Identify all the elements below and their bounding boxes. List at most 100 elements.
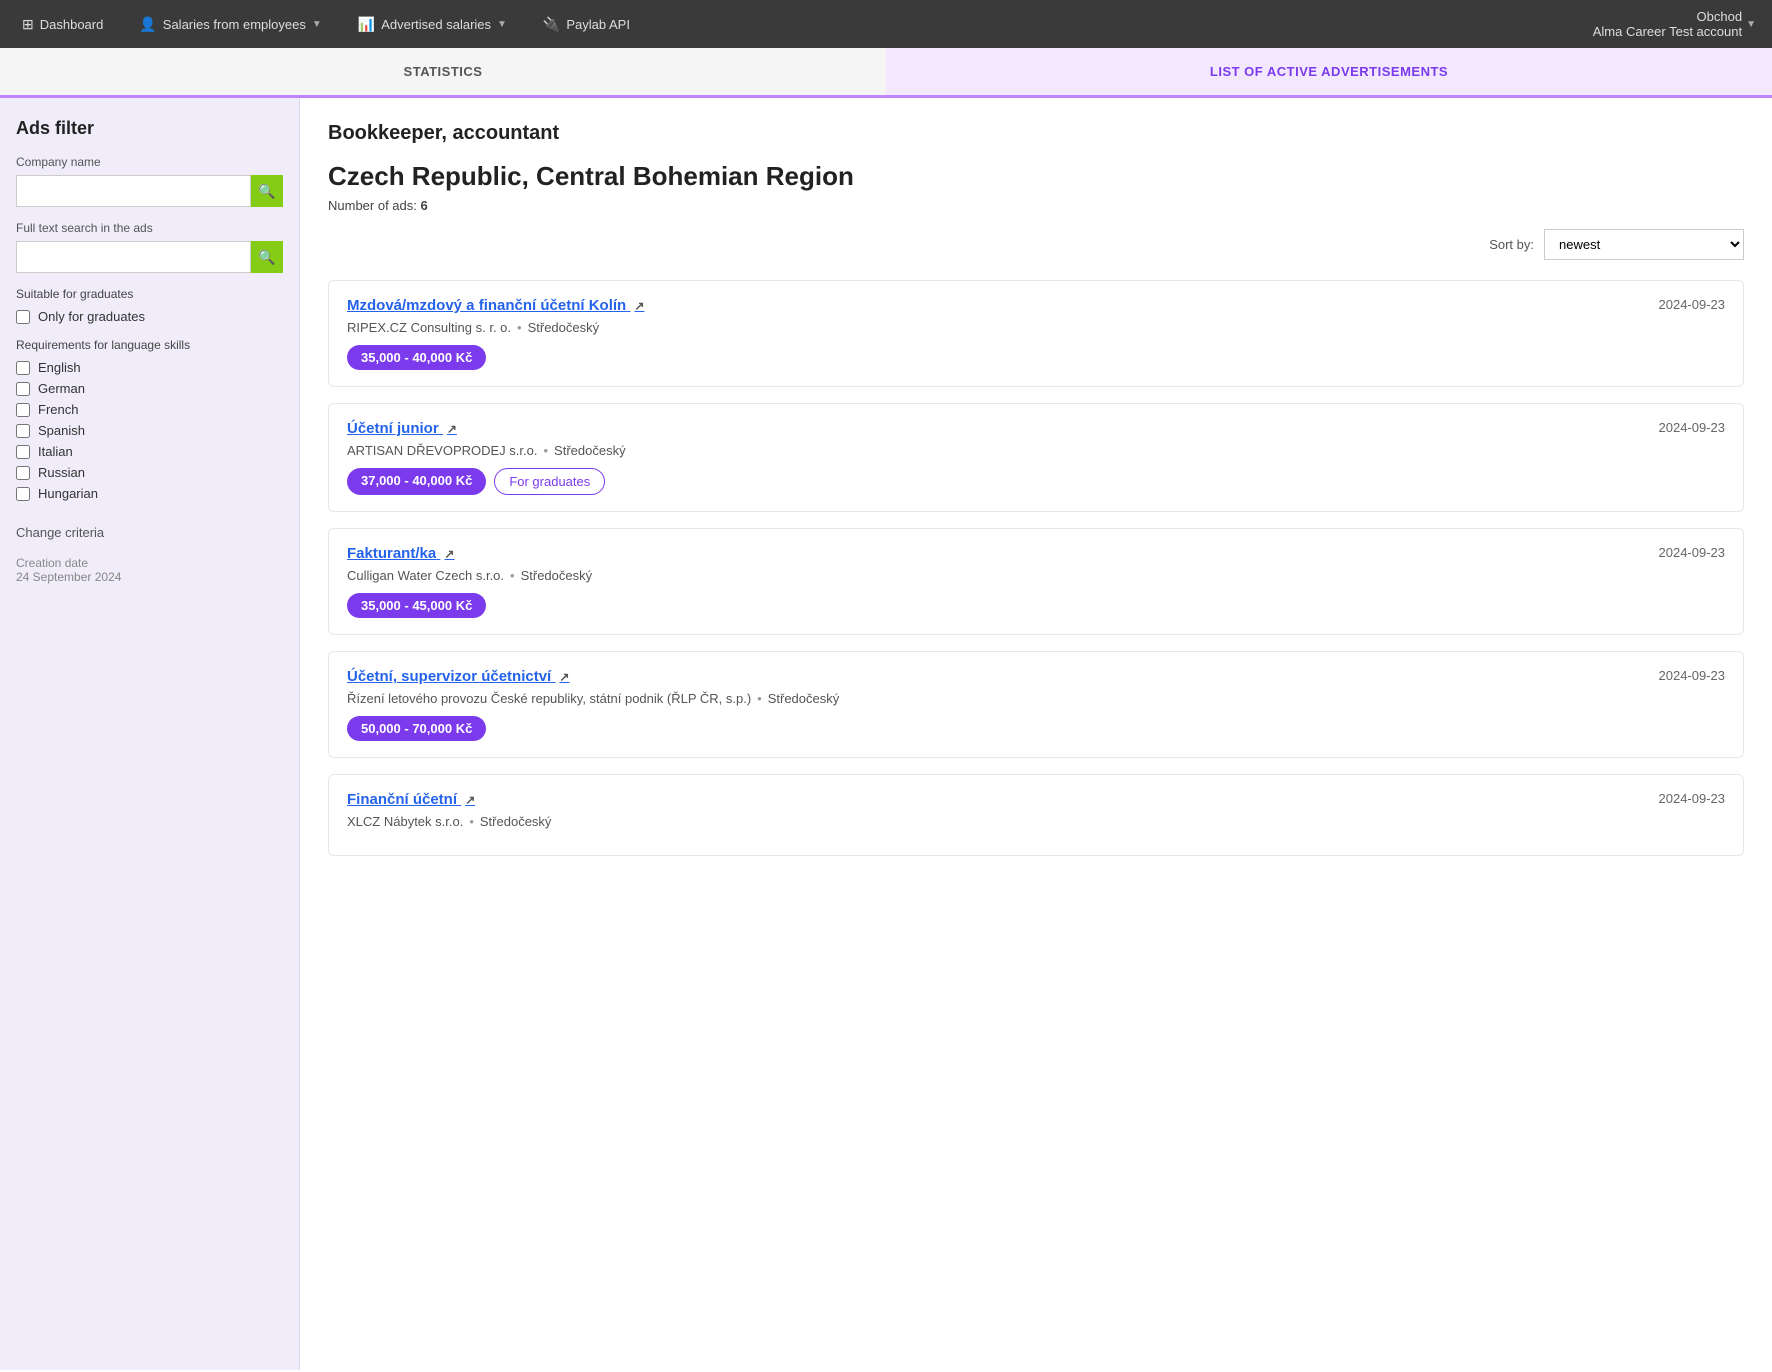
job-tags-2: 37,000 - 40,000 Kč For graduates bbox=[347, 468, 1725, 495]
search-icon: 🔍 bbox=[258, 183, 275, 200]
nav-dashboard-label: Dashboard bbox=[40, 17, 104, 32]
advertised-icon: 📊 bbox=[358, 16, 375, 33]
nav-salaries-employees[interactable]: 👤 Salaries from employees ▼ bbox=[133, 12, 327, 37]
lang-russian-row: Russian bbox=[16, 465, 283, 480]
ads-count: Number of ads: 6 bbox=[328, 198, 1744, 213]
job-company-1: RIPEX.CZ Consulting s. r. o. • Středočes… bbox=[347, 320, 1725, 335]
job-date-4: 2024-09-23 bbox=[1659, 668, 1726, 683]
external-link-icon-4: ↗ bbox=[559, 670, 569, 684]
job-date-2: 2024-09-23 bbox=[1659, 420, 1726, 435]
job-tags-4: 50,000 - 70,000 Kč bbox=[347, 716, 1725, 741]
nav-paylab-api[interactable]: 🔌 Paylab API bbox=[537, 12, 636, 37]
languages-label: Requirements for language skills bbox=[16, 338, 283, 352]
external-link-icon-1: ↗ bbox=[634, 299, 644, 313]
sort-label: Sort by: bbox=[1489, 237, 1534, 252]
lang-german-row: German bbox=[16, 381, 283, 396]
lang-french-checkbox[interactable] bbox=[16, 403, 30, 417]
lang-italian-checkbox[interactable] bbox=[16, 445, 30, 459]
job-card-3: Fakturant/ka ↗ 2024-09-23 Culligan Water… bbox=[328, 528, 1744, 635]
top-navigation: ⊞ Dashboard 👤 Salaries from employees ▼ … bbox=[0, 0, 1772, 48]
job-title-4[interactable]: Účetní, supervizor účetnictví ↗ bbox=[347, 668, 569, 685]
fulltext-row: 🔍 bbox=[16, 241, 283, 273]
only-graduates-checkbox[interactable] bbox=[16, 310, 30, 324]
chevron-down-icon: ▼ bbox=[312, 19, 322, 30]
only-graduates-label[interactable]: Only for graduates bbox=[38, 309, 145, 324]
lang-spanish-checkbox[interactable] bbox=[16, 424, 30, 438]
job-salary-tag-2: 37,000 - 40,000 Kč bbox=[347, 468, 486, 495]
company-name-label: Company name bbox=[16, 155, 283, 169]
sort-select[interactable]: newest bbox=[1544, 229, 1744, 260]
api-icon: 🔌 bbox=[543, 16, 560, 33]
nav-dashboard[interactable]: ⊞ Dashboard bbox=[16, 12, 109, 37]
account-name: Obchod Alma Career Test account bbox=[1593, 9, 1742, 39]
fulltext-input[interactable] bbox=[16, 241, 251, 273]
lang-hungarian-checkbox[interactable] bbox=[16, 487, 30, 501]
lang-russian-checkbox[interactable] bbox=[16, 466, 30, 480]
fulltext-label: Full text search in the ads bbox=[16, 221, 283, 235]
job-card-5: Finanční účetní ↗ 2024-09-23 XLCZ Nábyte… bbox=[328, 774, 1744, 856]
job-tags-3: 35,000 - 45,000 Kč bbox=[347, 593, 1725, 618]
main-layout: Ads filter Company name 🔍 Full text sear… bbox=[0, 98, 1772, 1370]
job-card-1-header: Mzdová/mzdový a finanční účetní Kolín ↗ … bbox=[347, 297, 1725, 314]
sidebar-title: Ads filter bbox=[16, 118, 283, 139]
chevron-down-icon-2: ▼ bbox=[497, 19, 507, 30]
fulltext-search-button[interactable]: 🔍 bbox=[251, 241, 283, 273]
job-title-2[interactable]: Účetní junior ↗ bbox=[347, 420, 457, 437]
lang-spanish-label[interactable]: Spanish bbox=[38, 423, 85, 438]
external-link-icon-3: ↗ bbox=[444, 547, 454, 561]
job-company-2: ARTISAN DŘEVOPRODEJ s.r.o. • Středočeský bbox=[347, 443, 1725, 458]
only-graduates-row: Only for graduates bbox=[16, 309, 283, 324]
job-graduates-tag-2: For graduates bbox=[494, 468, 605, 495]
creation-date-value: 24 September 2024 bbox=[16, 570, 283, 584]
lang-french-label[interactable]: French bbox=[38, 402, 78, 417]
salaries-icon: 👤 bbox=[139, 16, 156, 33]
creation-date-block: Creation date 24 September 2024 bbox=[16, 556, 283, 584]
tab-statistics[interactable]: STATISTICS bbox=[0, 48, 886, 95]
job-salary-tag-4: 50,000 - 70,000 Kč bbox=[347, 716, 486, 741]
job-date-3: 2024-09-23 bbox=[1659, 545, 1726, 560]
creation-date-label: Creation date bbox=[16, 556, 283, 570]
ads-count-number: 6 bbox=[421, 198, 428, 213]
job-title-1[interactable]: Mzdová/mzdový a finanční účetní Kolín ↗ bbox=[347, 297, 644, 314]
job-company-5: XLCZ Nábytek s.r.o. • Středočeský bbox=[347, 814, 1725, 829]
lang-german-label[interactable]: German bbox=[38, 381, 85, 396]
job-title-3[interactable]: Fakturant/ka ↗ bbox=[347, 545, 454, 562]
lang-german-checkbox[interactable] bbox=[16, 382, 30, 396]
job-date-5: 2024-09-23 bbox=[1659, 791, 1726, 806]
lang-english-label[interactable]: English bbox=[38, 360, 81, 375]
lang-hungarian-row: Hungarian bbox=[16, 486, 283, 501]
nav-advertised-salaries-label: Advertised salaries bbox=[381, 17, 491, 32]
tab-active-ads[interactable]: LIST OF ACTIVE ADVERTISEMENTS bbox=[886, 48, 1772, 98]
job-company-3: Culligan Water Czech s.r.o. • Středočesk… bbox=[347, 568, 1725, 583]
nav-salaries-employees-label: Salaries from employees bbox=[163, 17, 306, 32]
job-tags-1: 35,000 - 40,000 Kč bbox=[347, 345, 1725, 370]
job-card-2-header: Účetní junior ↗ 2024-09-23 bbox=[347, 420, 1725, 437]
lang-russian-label[interactable]: Russian bbox=[38, 465, 85, 480]
company-name-row: 🔍 bbox=[16, 175, 283, 207]
search-icon-2: 🔍 bbox=[258, 249, 275, 266]
nav-paylab-api-label: Paylab API bbox=[566, 17, 630, 32]
job-company-4: Řízení letového provozu České republiky,… bbox=[347, 691, 1725, 706]
change-criteria-button[interactable]: Change criteria bbox=[16, 525, 283, 540]
nav-left: ⊞ Dashboard 👤 Salaries from employees ▼ … bbox=[16, 12, 636, 37]
job-card-4: Účetní, supervizor účetnictví ↗ 2024-09-… bbox=[328, 651, 1744, 758]
lang-italian-row: Italian bbox=[16, 444, 283, 459]
lang-english-row: English bbox=[16, 360, 283, 375]
account-info[interactable]: Obchod Alma Career Test account ▼ bbox=[1593, 9, 1756, 39]
job-card-5-header: Finanční účetní ↗ 2024-09-23 bbox=[347, 791, 1725, 808]
company-name-search-button[interactable]: 🔍 bbox=[251, 175, 283, 207]
company-name-input[interactable] bbox=[16, 175, 251, 207]
main-tabs: STATISTICS LIST OF ACTIVE ADVERTISEMENTS bbox=[0, 48, 1772, 98]
lang-hungarian-label[interactable]: Hungarian bbox=[38, 486, 98, 501]
external-link-icon-5: ↗ bbox=[465, 793, 475, 807]
nav-advertised-salaries[interactable]: 📊 Advertised salaries ▼ bbox=[352, 12, 513, 37]
lang-french-row: French bbox=[16, 402, 283, 417]
job-title-5[interactable]: Finanční účetní ↗ bbox=[347, 791, 475, 808]
lang-italian-label[interactable]: Italian bbox=[38, 444, 73, 459]
job-card-3-header: Fakturant/ka ↗ 2024-09-23 bbox=[347, 545, 1725, 562]
lang-english-checkbox[interactable] bbox=[16, 361, 30, 375]
graduates-section-label: Suitable for graduates bbox=[16, 287, 283, 301]
dashboard-icon: ⊞ bbox=[22, 16, 34, 33]
job-card-1: Mzdová/mzdový a finanční účetní Kolín ↗ … bbox=[328, 280, 1744, 387]
job-date-1: 2024-09-23 bbox=[1659, 297, 1726, 312]
